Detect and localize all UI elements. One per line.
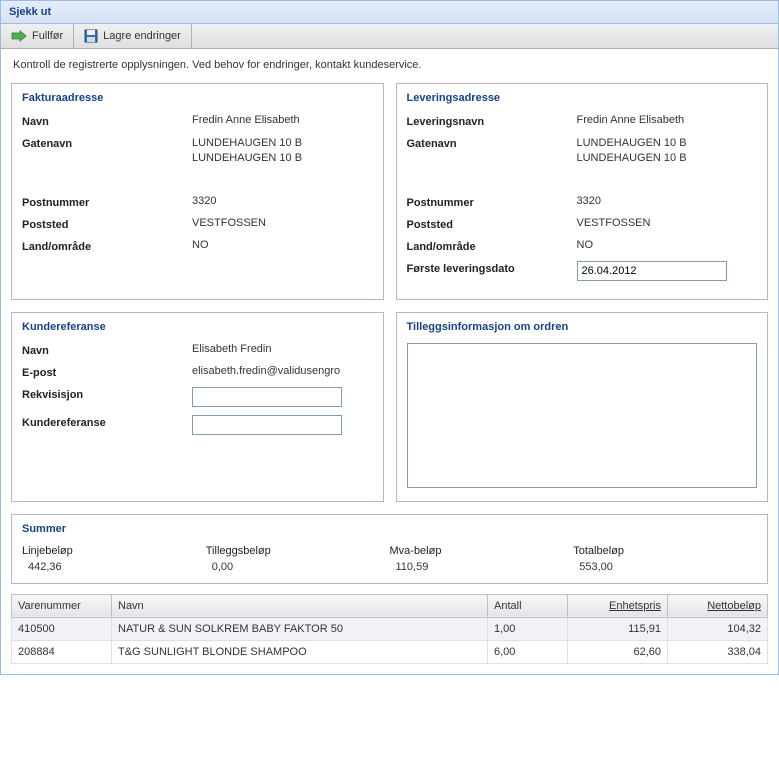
hdr-enhetspris[interactable]: Enhetspris [568,594,668,617]
faktura-postnr-val: 3320 [192,195,373,207]
cell-varenummer: 208884 [12,640,112,663]
totalbelop-val: 553,00 [573,561,757,573]
summer-box: Summer Linjebeløp 442,36 Tilleggsbeløp 0… [11,514,768,584]
kunderef-epost-label: E-post [22,365,192,379]
levering-title: Leveringsadresse [407,92,758,104]
levering-postnr-val: 3320 [577,195,758,207]
levering-gate-label: Gatenavn [407,136,577,150]
cell-antall: 1,00 [488,617,568,640]
tillegg-title: Tilleggsinformasjon om ordren [407,321,758,333]
levering-land-val: NO [577,239,758,251]
faktura-gate-val2: LUNDEHAUGEN 10 B [192,151,373,166]
lagre-label: Lagre endringer [103,30,181,42]
rekvisisjon-input[interactable] [192,387,342,407]
tilleggsbelop-val: 0,00 [206,561,390,573]
table-row[interactable]: 410500NATUR & SUN SOLKREM BABY FAKTOR 50… [12,617,768,640]
save-icon [84,29,98,43]
mvabelop-label: Mva-beløp [390,545,574,557]
kundereferanse-input[interactable] [192,415,342,435]
toolbar: Fullfør Lagre endringer [1,24,778,49]
faktura-navn-label: Navn [22,114,192,128]
levering-navn-val: Fredin Anne Elisabeth [577,114,758,126]
levering-poststed-label: Poststed [407,217,577,231]
kunderef-navn-label: Navn [22,343,192,357]
fakturaadresse-box: Fakturaadresse Navn Fredin Anne Elisabet… [11,83,384,300]
faktura-poststed-label: Poststed [22,217,192,231]
kunderef-epost-val: elisabeth.fredin@validusengro [192,365,373,377]
cell-varenummer: 410500 [12,617,112,640]
cell-nettobelop: 104,32 [668,617,768,640]
faktura-land-val: NO [192,239,373,251]
kunderef-title: Kundereferanse [22,321,373,333]
cell-antall: 6,00 [488,640,568,663]
levering-gate-val1: LUNDEHAUGEN 10 B [577,136,758,151]
cell-enhetspris: 115,91 [568,617,668,640]
faktura-navn-val: Fredin Anne Elisabeth [192,114,373,126]
kundereferanse-box: Kundereferanse Navn Elisabeth Fredin E-p… [11,312,384,502]
mvabelop-val: 110,59 [390,561,574,573]
faktura-gate-label: Gatenavn [22,136,192,150]
leveringsadresse-box: Leveringsadresse Leveringsnavn Fredin An… [396,83,769,300]
faktura-poststed-val: VESTFOSSEN [192,217,373,229]
linjebelop-label: Linjebeløp [22,545,206,557]
tilleggsbelop-label: Tilleggsbeløp [206,545,390,557]
faktura-land-label: Land/område [22,239,192,253]
faktura-title: Fakturaadresse [22,92,373,104]
levering-dato-label: Første leveringsdato [407,261,577,275]
tilleggsinfo-textarea[interactable] [407,343,758,488]
levering-poststed-val: VESTFOSSEN [577,217,758,229]
items-table: Varenummer Navn Antall Enhetspris Nettob… [11,594,768,664]
complete-icon [11,30,27,42]
totalbelop-label: Totalbeløp [573,545,757,557]
kunderef-rekv-label: Rekvisisjon [22,387,192,401]
instruction-text: Kontroll de registrerte opplysningen. Ve… [13,59,768,71]
checkout-panel: Sjekk ut Fullfør Lagre endringer Kontrol… [0,0,779,675]
hdr-nettobelop[interactable]: Nettobeløp [668,594,768,617]
levering-gate-val2: LUNDEHAUGEN 10 B [577,151,758,166]
fullfor-label: Fullfør [32,30,63,42]
summer-title: Summer [22,523,757,535]
levering-navn-label: Leveringsnavn [407,114,577,128]
hdr-varenummer[interactable]: Varenummer [12,594,112,617]
fullfor-button[interactable]: Fullfør [1,24,74,48]
hdr-antall[interactable]: Antall [488,594,568,617]
faktura-gate-val1: LUNDEHAUGEN 10 B [192,136,373,151]
levering-dato-input[interactable] [577,261,727,281]
hdr-navn[interactable]: Navn [112,594,488,617]
table-row[interactable]: 208884T&G SUNLIGHT BLONDE SHAMPOO6,0062,… [12,640,768,663]
cell-enhetspris: 62,60 [568,640,668,663]
faktura-postnr-label: Postnummer [22,195,192,209]
kunderef-navn-val: Elisabeth Fredin [192,343,373,355]
cell-navn: NATUR & SUN SOLKREM BABY FAKTOR 50 [112,617,488,640]
linjebelop-val: 442,36 [22,561,206,573]
cell-navn: T&G SUNLIGHT BLONDE SHAMPOO [112,640,488,663]
panel-title: Sjekk ut [1,1,778,24]
tilleggsinfo-box: Tilleggsinformasjon om ordren [396,312,769,502]
levering-land-label: Land/område [407,239,577,253]
kunderef-kref-label: Kundereferanse [22,415,192,429]
levering-postnr-label: Postnummer [407,195,577,209]
cell-nettobelop: 338,04 [668,640,768,663]
lagre-button[interactable]: Lagre endringer [74,24,192,48]
